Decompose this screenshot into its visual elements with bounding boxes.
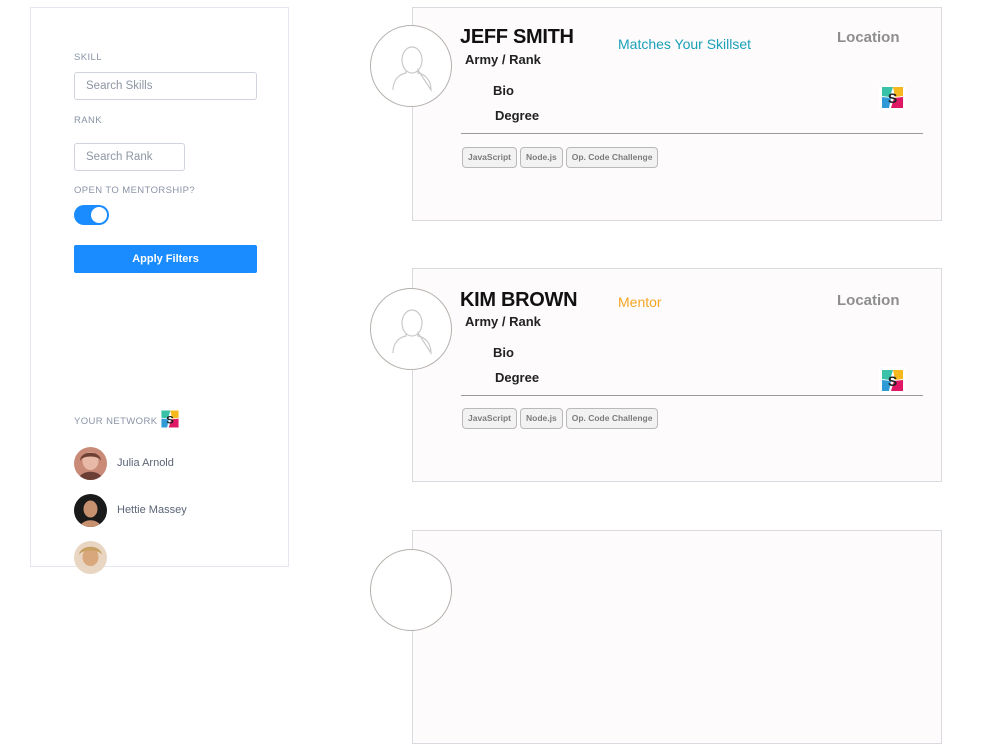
profile-bio: Bio	[493, 345, 514, 360]
skill-tag[interactable]: JavaScript	[462, 147, 517, 168]
your-network-title: YOUR NETWORK	[74, 416, 158, 427]
skill-tag[interactable]: Node.js	[520, 408, 563, 429]
apply-filters-button[interactable]: Apply Filters	[74, 245, 257, 273]
skill-tag[interactable]: JavaScript	[462, 408, 517, 429]
filter-sidebar: SKILL RANK OPEN TO MENTORSHIP? Apply Fil…	[30, 7, 289, 574]
profile-name: KIM BROWN	[460, 289, 578, 311]
mentorship-label: OPEN TO MENTORSHIP?	[74, 185, 196, 196]
slack-icon[interactable]: S	[879, 367, 906, 394]
profile-rank: Army / Rank	[465, 314, 541, 329]
profile-card[interactable]: JEFF SMITH Army / Rank Matches Your Skil…	[412, 7, 942, 221]
profile-card[interactable]	[412, 530, 942, 744]
svg-text:S: S	[888, 90, 897, 106]
profile-location: Location	[837, 29, 900, 46]
profile-degree: Degree	[495, 370, 540, 385]
profile-photo	[370, 549, 452, 631]
rank-search-input[interactable]	[74, 143, 185, 171]
divider	[461, 395, 923, 396]
avatar	[74, 541, 107, 574]
profile-photo	[370, 25, 452, 107]
profile-name: JEFF SMITH	[460, 26, 574, 48]
skill-tags: JavaScript Node.js Op. Code Challenge	[462, 408, 659, 429]
mentorship-toggle[interactable]	[74, 205, 109, 225]
user-silhouette-icon	[392, 46, 432, 93]
profile-location: Location	[837, 292, 900, 309]
network-item-partial[interactable]	[74, 541, 274, 575]
skill-tag[interactable]: Node.js	[520, 147, 563, 168]
slack-icon[interactable]: S	[159, 408, 181, 430]
mentor-status: Mentor	[618, 294, 662, 310]
skill-tag[interactable]: Op. Code Challenge	[565, 147, 659, 168]
network-item-julia[interactable]: Julia Arnold	[74, 447, 274, 481]
profile-bio: Bio	[493, 83, 514, 98]
network-person-name: Julia Arnold	[117, 457, 174, 469]
network-person-name: Hettie Massey	[117, 504, 187, 516]
user-silhouette-icon	[392, 309, 432, 356]
profile-degree: Degree	[495, 108, 540, 123]
avatar	[74, 494, 107, 527]
toggle-knob	[91, 207, 107, 223]
skill-tag[interactable]: Op. Code Challenge	[565, 408, 659, 429]
match-status: Matches Your Skillset	[618, 36, 752, 52]
profile-card[interactable]: KIM BROWN Army / Rank Mentor Location Bi…	[412, 268, 942, 482]
rank-label: RANK	[74, 115, 102, 126]
svg-text:S: S	[888, 373, 897, 389]
skill-tags: JavaScript Node.js Op. Code Challenge	[462, 147, 659, 168]
skill-search-input[interactable]	[74, 72, 257, 100]
skill-label: SKILL	[74, 52, 102, 63]
profile-photo	[370, 288, 452, 370]
divider	[461, 133, 923, 134]
profile-rank: Army / Rank	[465, 52, 541, 67]
avatar	[74, 447, 107, 480]
network-item-hettie[interactable]: Hettie Massey	[74, 494, 274, 528]
svg-text:S: S	[166, 414, 174, 426]
slack-icon[interactable]: S	[879, 84, 906, 111]
